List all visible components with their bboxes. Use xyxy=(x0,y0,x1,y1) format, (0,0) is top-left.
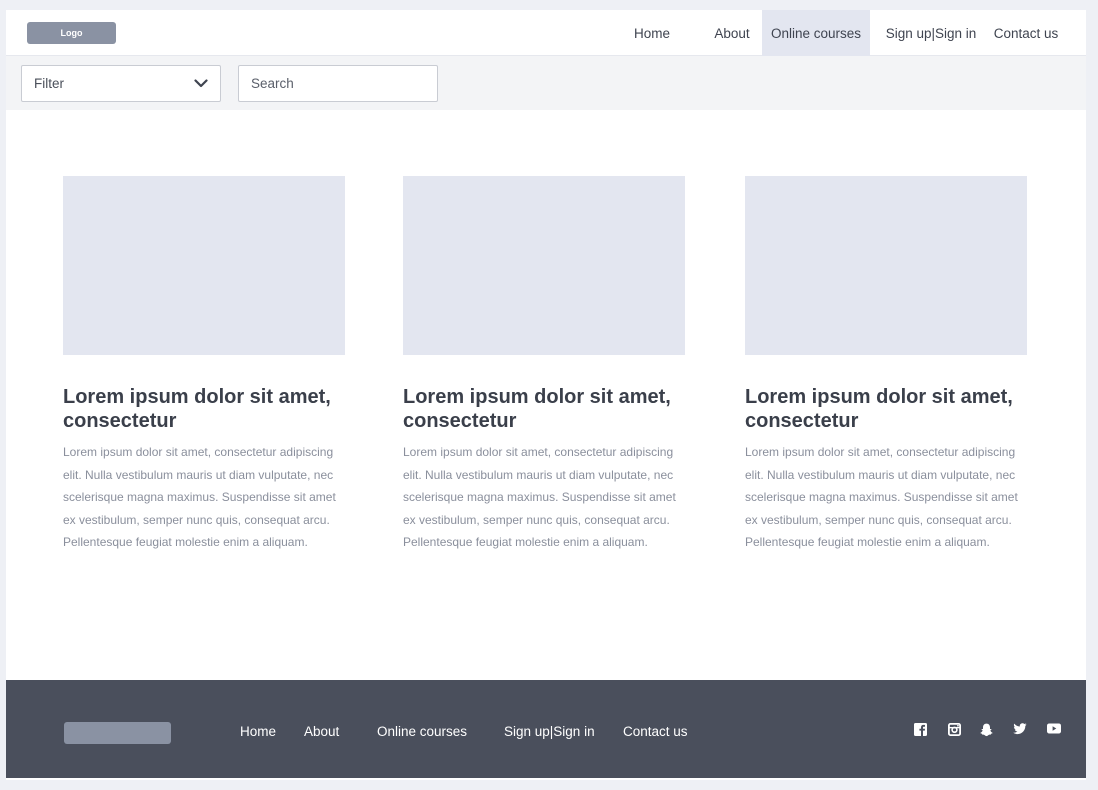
card-description: Lorem ipsum dolor sit amet, consectetur … xyxy=(63,445,336,549)
course-card[interactable]: Lorem ipsum dolor sit amet, consectetur … xyxy=(403,176,685,554)
nav-home[interactable]: Home xyxy=(598,10,688,56)
card-title: Lorem ipsum dolor sit amet, consectetur xyxy=(745,386,1013,432)
snapchat-icon[interactable] xyxy=(980,723,994,737)
card-image-placeholder xyxy=(403,176,685,355)
logo[interactable]: Logo xyxy=(27,22,116,44)
nav-about[interactable]: About xyxy=(688,10,762,56)
card-description: Lorem ipsum dolor sit amet, consectetur … xyxy=(745,445,1018,549)
nav-sign-up-sign-in[interactable]: Sign up|Sign in xyxy=(870,10,990,56)
footer-nav-home[interactable]: Home xyxy=(240,718,276,744)
filter-bar: Filter xyxy=(6,56,1086,110)
card-title: Lorem ipsum dolor sit amet, consectetur xyxy=(63,386,331,432)
chevron-down-icon xyxy=(194,79,208,89)
filter-label: Filter xyxy=(34,76,64,91)
page: Logo Home About Online courses Sign up|S… xyxy=(6,10,1086,780)
card-image-placeholder xyxy=(63,176,345,355)
twitter-icon[interactable] xyxy=(1013,723,1027,737)
footer: Home About Online courses Sign up|Sign i… xyxy=(6,680,1086,778)
search-input[interactable] xyxy=(238,65,438,102)
card-image-placeholder xyxy=(745,176,1027,355)
course-card[interactable]: Lorem ipsum dolor sit amet, consectetur … xyxy=(63,176,345,554)
footer-nav-sign-up-sign-in[interactable]: Sign up|Sign in xyxy=(504,718,595,744)
main-nav: Home About Online courses Sign up|Sign i… xyxy=(598,10,1086,56)
footer-nav-about[interactable]: About xyxy=(304,718,339,744)
youtube-icon[interactable] xyxy=(1047,723,1061,737)
footer-nav-contact-us[interactable]: Contact us xyxy=(623,718,688,744)
nav-contact-us[interactable]: Contact us xyxy=(990,10,1086,56)
course-card[interactable]: Lorem ipsum dolor sit amet, consectetur … xyxy=(745,176,1027,554)
card-description: Lorem ipsum dolor sit amet, consectetur … xyxy=(403,445,676,549)
facebook-icon[interactable] xyxy=(914,723,928,737)
footer-logo[interactable] xyxy=(64,722,171,744)
filter-dropdown[interactable]: Filter xyxy=(21,65,221,102)
header: Logo Home About Online courses Sign up|S… xyxy=(6,10,1086,56)
footer-nav-online-courses[interactable]: Online courses xyxy=(377,718,467,744)
card-title: Lorem ipsum dolor sit amet, consectetur xyxy=(403,386,671,432)
nav-online-courses[interactable]: Online courses xyxy=(762,10,870,56)
instagram-icon[interactable] xyxy=(948,723,962,737)
